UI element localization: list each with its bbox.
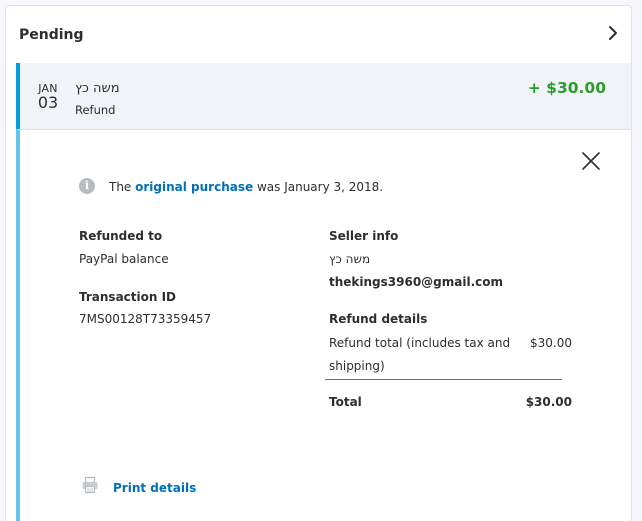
- original-purchase-note: The original purchase was January 3, 201…: [109, 180, 383, 194]
- chevron-right-icon[interactable]: [606, 25, 620, 41]
- transaction-details-panel: i The original purchase was January 3, 2…: [16, 129, 631, 521]
- printer-icon[interactable]: [81, 476, 99, 494]
- info-icon: i: [79, 178, 95, 194]
- transaction-date: JAN 03: [33, 82, 63, 112]
- transaction-amount: + $30.00: [527, 79, 606, 97]
- transaction-row[interactable]: JAN 03 משה כץ Refund + $30.00: [16, 63, 631, 129]
- refund-total-label-line1: Refund total (includes tax and: [329, 336, 511, 350]
- refunded-to-value: PayPal balance: [79, 252, 169, 266]
- totals-divider: [325, 379, 562, 380]
- original-purchase-link[interactable]: original purchase: [135, 180, 253, 194]
- total-label: Total: [329, 395, 362, 409]
- transaction-id-label: Transaction ID: [79, 290, 177, 304]
- seller-info-label: Seller info: [329, 229, 399, 243]
- date-day: 03: [37, 93, 59, 112]
- print-details-link[interactable]: Print details: [113, 481, 196, 495]
- pending-header: Pending: [6, 6, 631, 64]
- close-icon[interactable]: [580, 150, 602, 172]
- refund-details-label: Refund details: [329, 312, 428, 326]
- seller-email-link[interactable]: thekings3960@gmail.com: [329, 275, 503, 289]
- info-prefix: The: [109, 180, 136, 194]
- seller-name: משה כץ: [329, 252, 371, 266]
- activity-card: Pending JAN 03 משה כץ Refund + $30.00 i …: [5, 5, 632, 521]
- transaction-id-value: 7MS00128T73359457: [79, 312, 212, 326]
- refund-total-label-line2: shipping): [329, 359, 385, 373]
- transaction-type: Refund: [75, 103, 116, 117]
- refund-total-value: $30.00: [530, 336, 572, 350]
- total-value: $30.00: [525, 395, 572, 409]
- transaction-name: משה כץ: [75, 81, 120, 96]
- refunded-to-label: Refunded to: [79, 229, 163, 243]
- info-suffix: was January 3, 2018.: [253, 180, 384, 194]
- section-title: Pending: [19, 27, 84, 43]
